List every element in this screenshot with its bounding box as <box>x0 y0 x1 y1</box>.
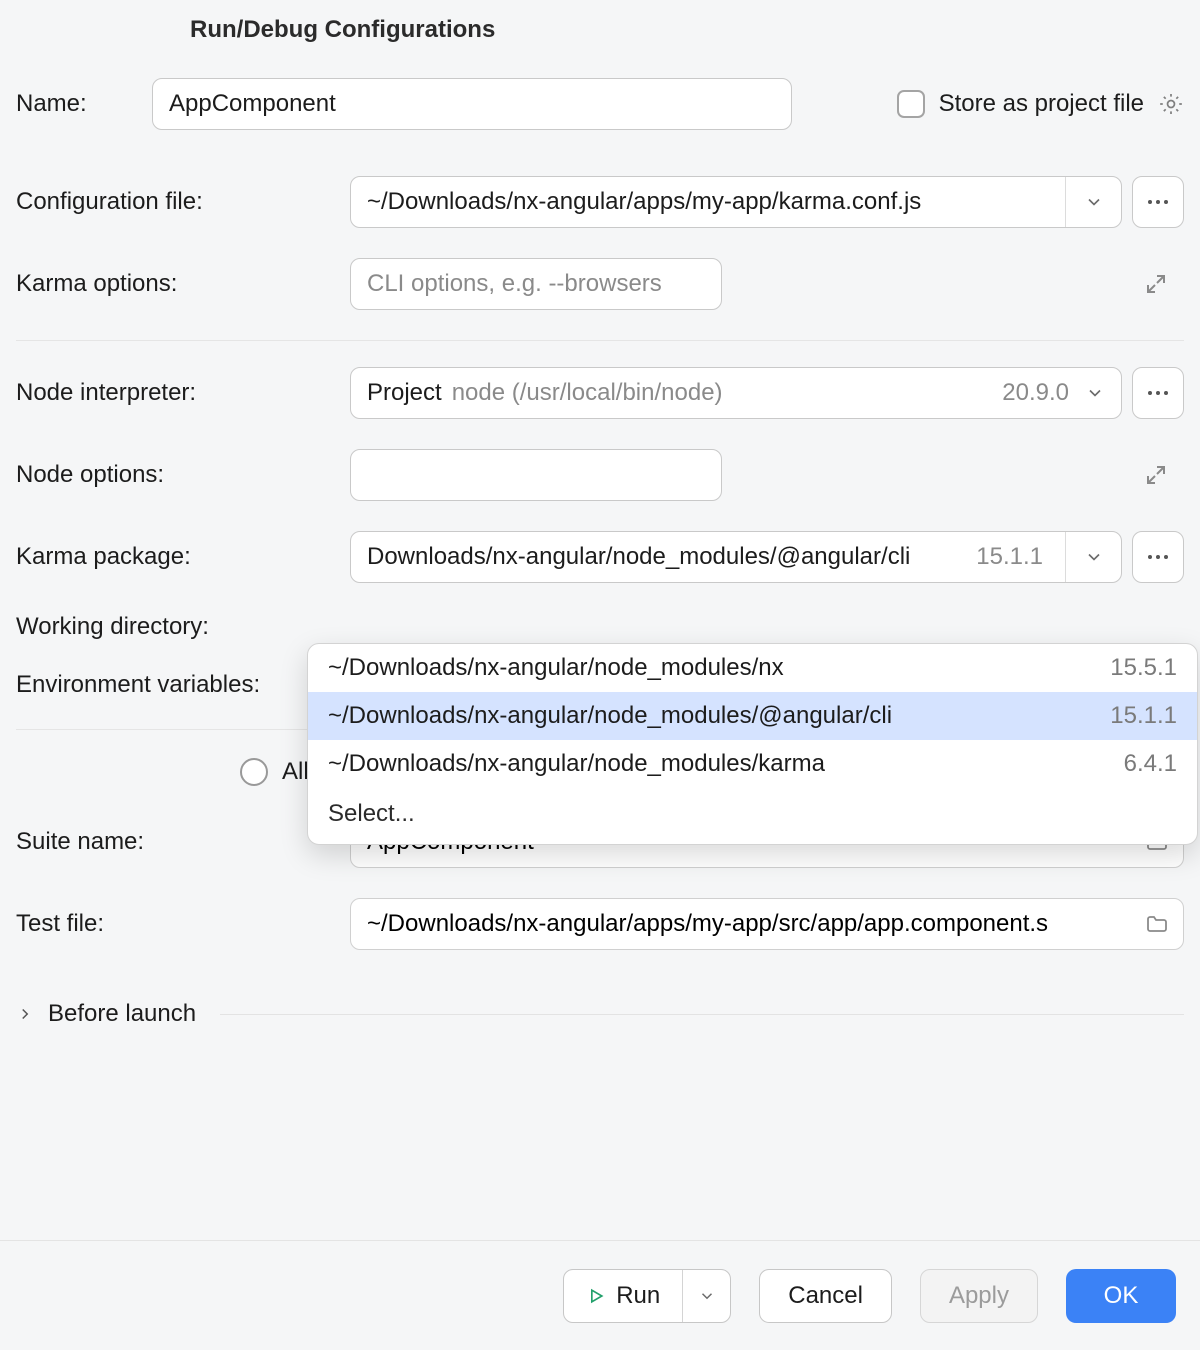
store-as-project-label: Store as project file <box>939 90 1144 118</box>
dropdown-select-label: Select... <box>328 800 415 828</box>
dropdown-item-version: 6.4.1 <box>1124 750 1177 778</box>
karma-package-version: 15.1.1 <box>976 543 1043 571</box>
run-button[interactable]: Run <box>563 1269 731 1323</box>
test-file-input[interactable] <box>350 898 1184 950</box>
chevron-down-icon <box>698 1287 716 1305</box>
cancel-button-label: Cancel <box>788 1282 863 1310</box>
dropdown-item-version: 15.1.1 <box>1110 702 1177 730</box>
node-interpreter-label: Node interpreter: <box>16 379 336 407</box>
dropdown-item-path: ~/Downloads/nx-angular/node_modules/karm… <box>328 750 825 778</box>
chevron-down-icon[interactable] <box>1065 532 1121 582</box>
dialog-title: Run/Debug Configurations <box>0 0 1200 68</box>
before-launch-label[interactable]: Before launch <box>48 1000 196 1028</box>
dialog-footer: Run Cancel Apply OK <box>0 1240 1200 1350</box>
node-interpreter-version: 20.9.0 <box>1002 379 1069 407</box>
cancel-button[interactable]: Cancel <box>759 1269 892 1323</box>
config-file-value: ~/Downloads/nx-angular/apps/my-app/karma… <box>367 188 921 216</box>
chevron-down-icon[interactable] <box>1085 383 1105 403</box>
browse-config-file-button[interactable] <box>1132 176 1184 228</box>
node-interpreter-hint: node (/usr/local/bin/node) <box>452 379 723 407</box>
dropdown-item[interactable]: ~/Downloads/nx-angular/node_modules/nx 1… <box>308 644 1197 692</box>
node-interpreter-combo[interactable]: Project node (/usr/local/bin/node) 20.9.… <box>350 367 1122 419</box>
folder-icon[interactable] <box>1144 912 1170 936</box>
gear-icon[interactable] <box>1158 91 1184 117</box>
dropdown-select[interactable]: Select... <box>308 788 1197 844</box>
config-file-combo[interactable]: ~/Downloads/nx-angular/apps/my-app/karma… <box>350 176 1122 228</box>
config-file-label: Configuration file: <box>16 188 336 216</box>
ok-button[interactable]: OK <box>1066 1269 1176 1323</box>
ok-button-label: OK <box>1104 1282 1139 1310</box>
divider <box>220 1014 1184 1015</box>
browse-karma-package-button[interactable] <box>1132 531 1184 583</box>
store-as-project-checkbox[interactable] <box>897 90 925 118</box>
run-button-label: Run <box>616 1282 660 1310</box>
dropdown-item[interactable]: ~/Downloads/nx-angular/node_modules/@ang… <box>308 692 1197 740</box>
apply-button[interactable]: Apply <box>920 1269 1038 1323</box>
apply-button-label: Apply <box>949 1282 1009 1310</box>
test-file-label: Test file: <box>16 910 336 938</box>
dropdown-item[interactable]: ~/Downloads/nx-angular/node_modules/karm… <box>308 740 1197 788</box>
dropdown-item-path: ~/Downloads/nx-angular/node_modules/nx <box>328 654 784 682</box>
karma-package-combo[interactable]: Downloads/nx-angular/node_modules/@angul… <box>350 531 1122 583</box>
suite-name-label: Suite name: <box>16 828 336 856</box>
play-icon <box>586 1286 606 1306</box>
expand-icon[interactable] <box>1144 463 1168 487</box>
dropdown-item-path: ~/Downloads/nx-angular/node_modules/@ang… <box>328 702 892 730</box>
karma-options-input[interactable] <box>350 258 722 310</box>
working-directory-label: Working directory: <box>16 613 336 641</box>
karma-options-label: Karma options: <box>16 270 336 298</box>
name-input[interactable] <box>152 78 792 130</box>
env-vars-label: Environment variables: <box>16 671 336 699</box>
chevron-right-icon[interactable] <box>16 1005 34 1023</box>
name-label: Name: <box>16 90 136 118</box>
karma-package-label: Karma package: <box>16 543 336 571</box>
karma-package-dropdown: ~/Downloads/nx-angular/node_modules/nx 1… <box>307 643 1198 845</box>
node-options-label: Node options: <box>16 461 336 489</box>
dropdown-item-version: 15.5.1 <box>1110 654 1177 682</box>
node-options-input[interactable] <box>350 449 722 501</box>
node-interpreter-project: Project <box>367 379 442 407</box>
run-caret-button[interactable] <box>682 1270 730 1322</box>
chevron-down-icon[interactable] <box>1065 177 1121 227</box>
browse-node-interpreter-button[interactable] <box>1132 367 1184 419</box>
expand-icon[interactable] <box>1144 272 1168 296</box>
karma-package-value: Downloads/nx-angular/node_modules/@angul… <box>367 543 910 571</box>
